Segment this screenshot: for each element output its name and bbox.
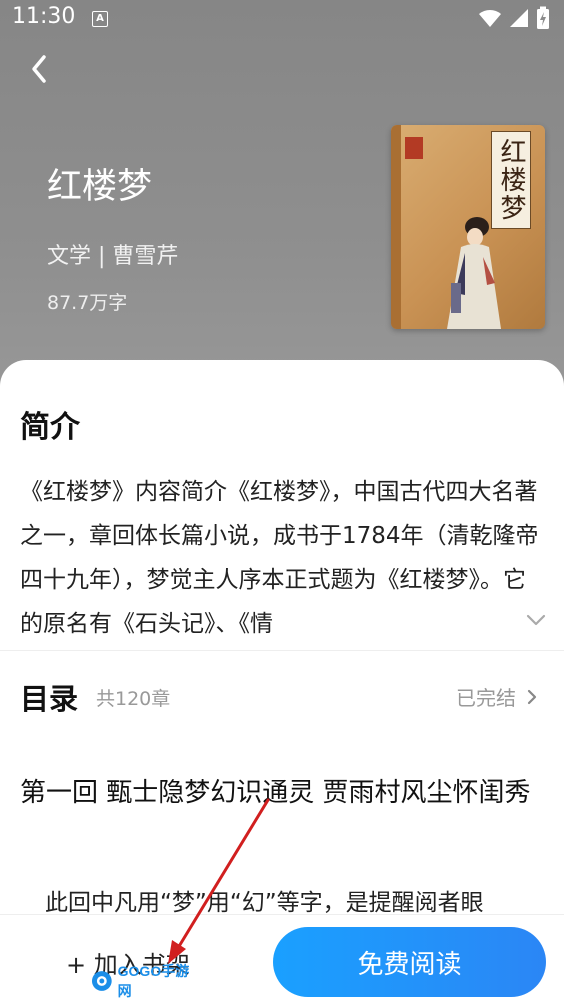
status-icons	[478, 6, 550, 30]
book-category-author: 文学 | 曹雪芹	[47, 244, 179, 269]
book-cover: 红楼梦	[391, 125, 545, 329]
read-free-button[interactable]: 免费阅读	[273, 927, 546, 997]
book-word-count: 87.7万字	[47, 292, 128, 314]
back-button[interactable]	[22, 52, 56, 86]
gamepad-logo-icon	[91, 971, 112, 991]
cover-spine	[391, 125, 401, 329]
chevron-left-icon	[32, 55, 46, 83]
toc-chapter-count: 共120章	[96, 688, 171, 710]
book-title: 红楼梦	[47, 167, 153, 207]
expand-intro-button[interactable]	[523, 610, 549, 630]
watermark-text: GOGO手游网	[117, 963, 190, 999]
status-time: 11:30	[12, 4, 76, 29]
toc-heading: 目录	[20, 682, 79, 716]
cover-seal	[405, 137, 423, 159]
intro-heading: 简介	[20, 410, 80, 445]
status-bar: 11:30 A	[0, 0, 564, 40]
book-header: 11:30 A 红楼梦 文学 | 曹雪芹 87.7万字 红楼梦	[0, 0, 564, 420]
toc-status-link[interactable]: 已完结	[456, 682, 538, 711]
watermark-logo: GOGO手游网	[90, 963, 202, 999]
wifi-icon	[479, 9, 501, 27]
toc-status-label: 已完结	[456, 686, 516, 710]
chapter-title[interactable]: 第一回 甄士隐梦幻识通灵 贾雨村风尘怀闺秀	[20, 772, 550, 814]
bottom-action-bar: + 加入书架 免费阅读	[0, 914, 564, 1005]
battery-charging-icon	[537, 6, 549, 29]
notification-badge: A	[92, 11, 108, 27]
chevron-right-icon	[527, 689, 537, 704]
cover-illustration	[447, 217, 501, 329]
book-detail-sheet: 简介 《红楼梦》内容简介《红楼梦》，中国古代四大名著之一，章回体长篇小说，成书于…	[0, 360, 564, 1004]
section-divider	[0, 650, 564, 651]
chevron-down-icon	[526, 614, 546, 626]
signal-icon	[510, 9, 528, 27]
